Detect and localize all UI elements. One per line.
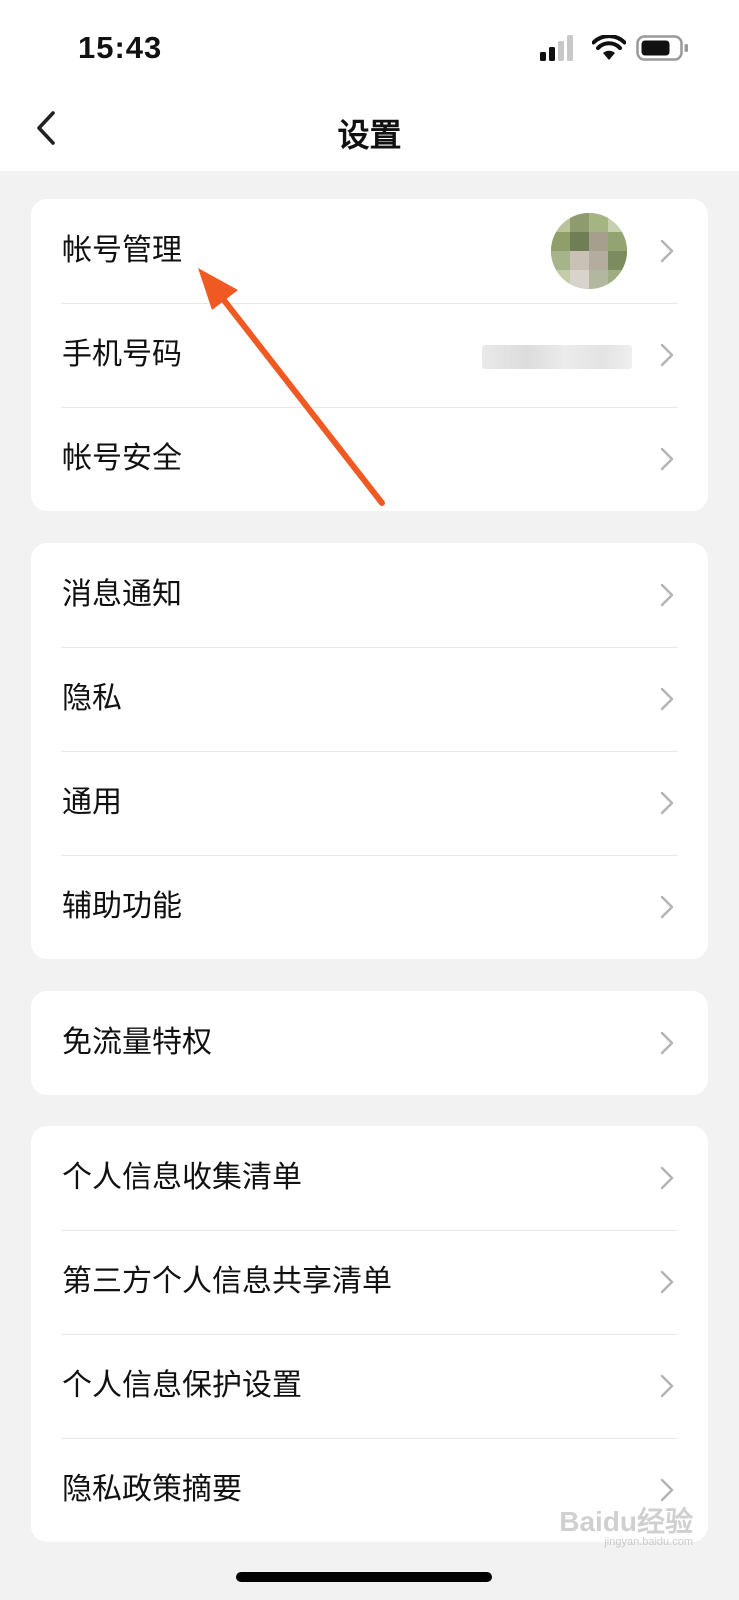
settings-item-label: 帐号安全 [62,441,182,476]
status-time: 15:43 [78,30,163,65]
chevron-right-icon [660,1031,674,1055]
masked-phone-value [482,345,632,369]
settings-item-info-protection-settings[interactable]: 个人信息保护设置 [31,1334,708,1438]
settings-item-account-management[interactable]: 帐号管理 [31,199,708,303]
watermark: Baidu经验 [559,1506,693,1537]
settings-item-label: 个人信息保护设置 [62,1368,302,1403]
settings-item-account-security[interactable]: 帐号安全 [31,407,708,511]
header-area: 15:43 设置 [0,0,739,171]
settings-item-info-collection-list[interactable]: 个人信息收集清单 [31,1126,708,1230]
settings-item-accessibility[interactable]: 辅助功能 [31,855,708,959]
settings-item-privacy[interactable]: 隐私 [31,647,708,751]
signal-icon [540,35,573,61]
chevron-right-icon [660,791,674,815]
chevron-right-icon [660,343,674,367]
watermark-url: jingyan.baidu.com [604,1536,693,1548]
chevron-right-icon [660,1478,674,1502]
battery-icon [636,35,688,61]
settings-item-label: 消息通知 [62,577,182,612]
avatar [551,213,627,289]
settings-item-free-data[interactable]: 免流量特权 [31,991,708,1095]
settings-group-personal-info: 个人信息收集清单 第三方个人信息共享清单 个人信息保护设置 隐私政策摘要 [31,1126,708,1542]
settings-item-label: 第三方个人信息共享清单 [62,1264,392,1299]
page-title: 设置 [337,116,402,154]
settings-item-label: 辅助功能 [62,889,182,924]
home-indicator[interactable] [236,1572,492,1582]
settings-item-label: 手机号码 [62,337,182,372]
chevron-right-icon [660,447,674,471]
status-bar: 15:43 [0,0,739,96]
settings-item-phone-number[interactable]: 手机号码 [31,303,708,407]
settings-item-general[interactable]: 通用 [31,751,708,855]
chevron-right-icon [660,687,674,711]
settings-item-label: 个人信息收集清单 [62,1160,302,1195]
wifi-icon [592,35,626,60]
settings-group-data: 免流量特权 [31,991,708,1095]
settings-item-label: 免流量特权 [62,1025,212,1060]
chevron-right-icon [660,895,674,919]
settings-item-label: 隐私政策摘要 [62,1472,242,1507]
settings-group-general: 消息通知 隐私 通用 辅助功能 [31,543,708,959]
chevron-right-icon [660,1166,674,1190]
settings-group-account: 帐号管理 手机号码 帐号安全 [31,199,708,511]
settings-item-label: 通用 [62,785,122,820]
settings-item-third-party-sharing-list[interactable]: 第三方个人信息共享清单 [31,1230,708,1334]
chevron-right-icon [660,1270,674,1294]
settings-item-notifications[interactable]: 消息通知 [31,543,708,647]
settings-item-label: 隐私 [62,681,122,716]
chevron-right-icon [660,1374,674,1398]
chevron-right-icon [660,239,674,263]
settings-item-label: 帐号管理 [62,233,182,268]
navigation-bar: 设置 [0,96,739,171]
chevron-right-icon [660,583,674,607]
